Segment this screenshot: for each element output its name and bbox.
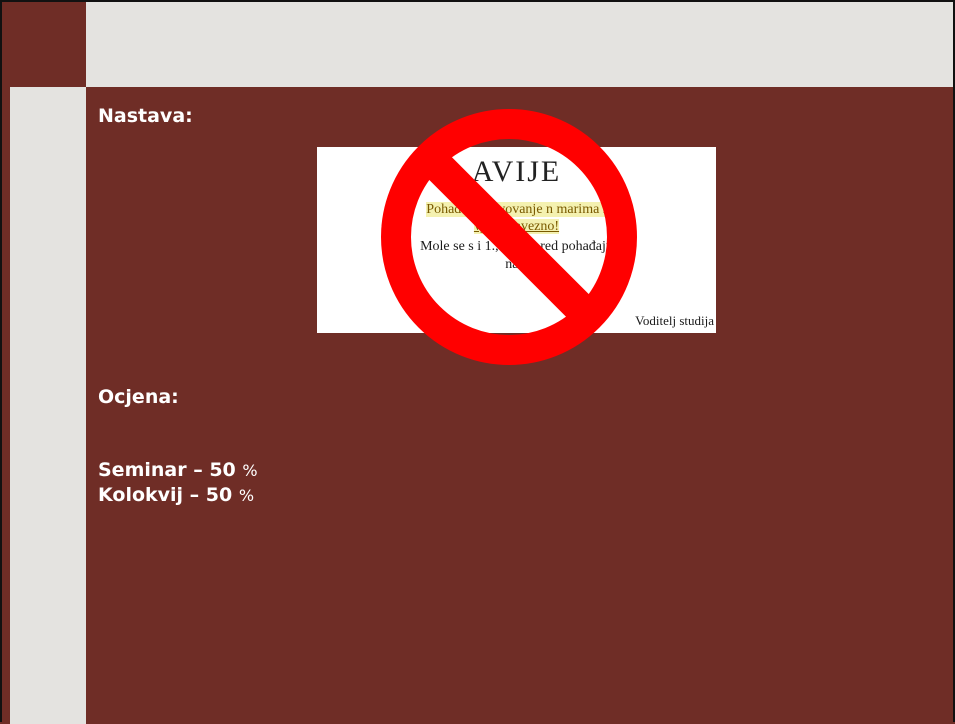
heading-nastava: Nastava:	[98, 105, 193, 127]
notice-line-1: Pohađanj ustvovanje n marima i	[426, 202, 607, 217]
top-left-edge	[2, 2, 10, 87]
slide-top-bar	[2, 2, 953, 87]
notice-line-2: vježb bavezno!	[473, 219, 560, 234]
notice-line-3: Mole se s i 1., 2. i da red pohađaju	[420, 239, 613, 254]
notice-signature: Voditelj studija	[635, 313, 714, 328]
heading-ocjena: Ocjena:	[98, 386, 179, 408]
slide: Nastava: AVIJE Pohađanj ustvovanje n mar…	[0, 0, 955, 724]
notice-line-4: nast	[505, 257, 528, 272]
notice-title: AVIJE	[471, 155, 562, 188]
left-edge	[2, 87, 10, 724]
corner-block	[10, 2, 86, 87]
grade-item-seminar: Seminar – 50 %	[98, 459, 258, 481]
left-side-strip	[10, 87, 86, 724]
notice-image: AVIJE Pohađanj ustvovanje n marima i vje…	[317, 147, 716, 333]
grade-item-kolokvij: Kolokvij – 50 %	[98, 484, 255, 506]
